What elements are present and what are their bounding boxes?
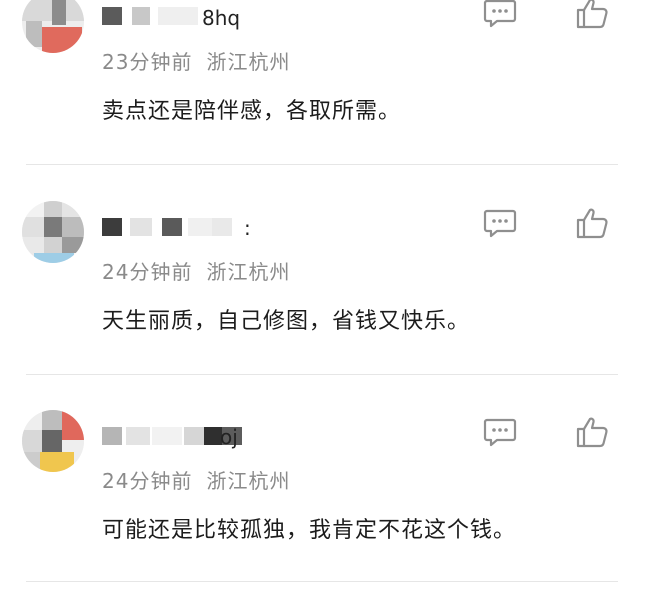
like-button[interactable] [572,203,612,243]
comment-text: 可能还是比较孤独，我肯定不花这个钱。 [102,518,517,543]
reply-button[interactable] [480,203,520,243]
username[interactable]: : [102,215,302,241]
comment-meta: 24分钟前 浙江杭州 [102,256,290,285]
thumbs-up-icon [576,0,608,29]
comment-item: : 24分钟前 浙江杭州 天生丽质，自己修图，省钱又快乐。 [0,165,646,375]
divider [26,581,618,582]
comment-feed: 8hq 23分钟前 浙江杭州 卖点还是陪伴感，各取所需。: 24分钟前 浙江杭… [0,0,646,604]
reply-button[interactable] [480,0,520,33]
comment-meta: 23分钟前 浙江杭州 [102,46,290,75]
thumbs-up-icon [576,417,608,448]
comment-bubble-icon [483,209,517,238]
comment-location: 浙江杭州 [206,260,291,284]
username[interactable]: 8hq [102,5,302,31]
like-button[interactable] [572,412,612,452]
avatar[interactable] [22,0,84,53]
comment-meta: 24分钟前 浙江杭州 [102,465,290,494]
username-visible-text: : [244,216,251,240]
comment-bubble-icon [483,418,517,447]
comment-time: 24分钟前 [102,469,193,493]
thumbs-up-icon [576,208,608,239]
reply-button[interactable] [480,412,520,452]
comment-text: 天生丽质，自己修图，省钱又快乐。 [102,309,471,334]
username[interactable]: oj [102,424,302,450]
like-button[interactable] [572,0,612,33]
username-visible-text: oj [220,425,238,449]
comment-text: 卖点还是陪伴感，各取所需。 [102,99,402,124]
comment-time: 23分钟前 [102,50,193,74]
comment-bubble-icon [483,0,517,28]
comment-location: 浙江杭州 [206,50,291,74]
comment-time: 24分钟前 [102,260,193,284]
avatar[interactable] [22,410,84,472]
comment-location: 浙江杭州 [206,469,291,493]
comment-item: oj 24分钟前 浙江杭州 可能还是比较孤独，我肯定不花这个钱。 [0,374,646,584]
comment-item: 8hq 23分钟前 浙江杭州 卖点还是陪伴感，各取所需。 [0,0,646,165]
avatar[interactable] [22,201,84,263]
username-visible-text: 8hq [202,6,241,30]
